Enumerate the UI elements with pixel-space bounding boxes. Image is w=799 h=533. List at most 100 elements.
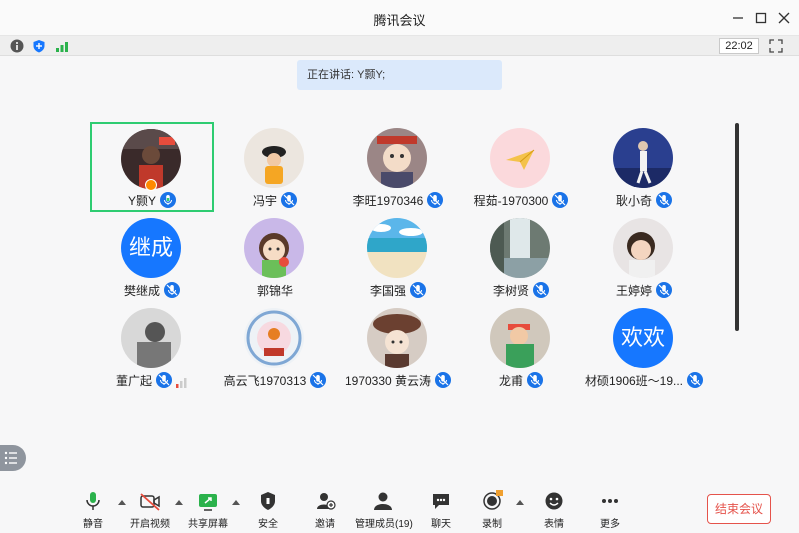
fullscreen-icon[interactable] [769, 39, 783, 53]
avatar [490, 218, 550, 278]
participant-name: 龙甫 [498, 373, 523, 388]
avatar [244, 128, 304, 188]
share-screen-icon [199, 494, 217, 511]
participant-tile[interactable]: Y颢Y [90, 122, 214, 212]
participant-tile[interactable]: 郭锦华 [213, 212, 337, 302]
security-button[interactable]: 安全 [254, 490, 282, 530]
mic-icon [164, 282, 180, 298]
microphone-icon [86, 492, 100, 510]
chevron-up-icon[interactable] [175, 499, 183, 505]
shield-icon [261, 492, 275, 510]
participant-name: 樊继成 [123, 283, 160, 298]
avatar [244, 308, 304, 368]
window-title: 腾讯会议 [373, 13, 426, 28]
avatar [490, 128, 550, 188]
bottom-toolbar: 静音 开启视频 共享屏幕 安全 邀请 管理成员(19) 聊天 录制 表情 更多 [0, 485, 799, 533]
signal-icon [176, 375, 188, 388]
emoji-icon [545, 492, 563, 510]
chevron-up-icon[interactable] [232, 499, 240, 505]
mic-icon [527, 372, 543, 388]
meeting-duration: 22:02 [719, 38, 759, 54]
record-icon [483, 490, 503, 510]
mic-icon [687, 372, 704, 388]
avatar [613, 218, 673, 278]
participant-name: Y颢Y [127, 193, 156, 208]
participant-tile[interactable]: 冯宇 [213, 122, 337, 212]
chat-button[interactable]: 聊天 [427, 490, 455, 530]
manage-members-button[interactable]: 管理成员(19) [355, 490, 413, 530]
mic-icon [310, 372, 327, 388]
side-panel-toggle[interactable] [0, 445, 26, 471]
avatar [244, 218, 304, 278]
mic-icon [656, 282, 672, 298]
mic-icon [281, 192, 297, 208]
avatar [367, 128, 427, 188]
mic-icon [533, 282, 549, 298]
invite-button[interactable]: 邀请 [311, 490, 339, 530]
list-icon [4, 451, 17, 465]
mic-icon [435, 372, 452, 388]
participant-name: 郭锦华 [256, 283, 293, 298]
info-icon[interactable] [10, 39, 24, 53]
participant-tile[interactable]: 李旺1970346 [336, 122, 460, 212]
more-button[interactable]: 更多 [596, 490, 624, 530]
close-icon[interactable] [774, 8, 794, 28]
participant-tile[interactable]: 高云飞1970313 [213, 302, 337, 392]
signal-icon[interactable] [55, 39, 69, 53]
avatar [367, 218, 427, 278]
mic-icon [160, 192, 176, 208]
title-bar: 腾讯会议 [0, 0, 799, 36]
participant-name: 冯宇 [252, 193, 277, 208]
mute-button[interactable]: 静音 [80, 490, 106, 530]
avatar [490, 308, 550, 368]
participant-name: 材硕1906班～19... [584, 373, 684, 388]
participant-name: 李国强 [369, 283, 406, 298]
avatar [613, 128, 673, 188]
participant-name: 李树贤 [492, 283, 529, 298]
avatar: 欢欢 [613, 308, 673, 368]
end-meeting-button[interactable]: 结束会议 [707, 494, 771, 524]
more-icon [602, 499, 618, 503]
share-screen-button[interactable]: 共享屏幕 [188, 490, 228, 530]
reactions-button[interactable]: 表情 [540, 490, 568, 530]
maximize-icon[interactable] [751, 8, 771, 28]
shield-icon[interactable] [32, 39, 46, 53]
participant-name: 程茹-1970300 [473, 193, 549, 208]
meeting-info-bar: 22:02 [0, 36, 799, 56]
speaking-indicator: 正在讲话: Y颢Y; [297, 60, 502, 90]
chevron-up-icon[interactable] [516, 499, 524, 505]
participant-tile[interactable]: 龙甫 [459, 302, 583, 392]
chat-icon [433, 494, 449, 509]
participant-name: 耿小奇 [615, 193, 652, 208]
participant-name: 王婷婷 [615, 283, 652, 298]
mic-icon [552, 192, 569, 208]
participant-tile[interactable]: 欢欢 材硕1906班～19... [582, 302, 706, 392]
add-user-icon [317, 493, 336, 510]
participant-tile[interactable]: 1970330 黄云涛 [336, 302, 460, 392]
participant-tile[interactable]: 李树贤 [459, 212, 583, 302]
participant-tile[interactable]: 继成 樊继成 [90, 212, 214, 302]
scrollbar[interactable] [735, 123, 739, 331]
avatar: 继成 [121, 218, 181, 278]
video-off-icon [140, 493, 160, 511]
participant-tile[interactable]: 董广起 [90, 302, 214, 392]
chevron-up-icon[interactable] [118, 499, 126, 505]
start-video-button[interactable]: 开启视频 [130, 490, 170, 530]
mic-icon [410, 282, 426, 298]
minimize-icon[interactable] [728, 8, 748, 28]
mic-icon [656, 192, 672, 208]
participant-tile[interactable]: 李国强 [336, 212, 460, 302]
participant-tile[interactable]: 耿小奇 [582, 122, 706, 212]
participant-name: 高云飞1970313 [223, 373, 307, 388]
record-button[interactable]: 录制 [478, 490, 506, 530]
participant-tile[interactable]: 程茹-1970300 [459, 122, 583, 212]
mic-icon [427, 192, 444, 208]
members-icon [374, 492, 392, 510]
host-icon [145, 179, 157, 191]
participant-name: 董广起 [115, 373, 152, 388]
participant-tile[interactable]: 王婷婷 [582, 212, 706, 302]
participant-name: 1970330 黄云涛 [344, 373, 432, 388]
mic-icon [156, 372, 172, 388]
avatar [367, 308, 427, 368]
participant-name: 李旺1970346 [352, 193, 424, 208]
